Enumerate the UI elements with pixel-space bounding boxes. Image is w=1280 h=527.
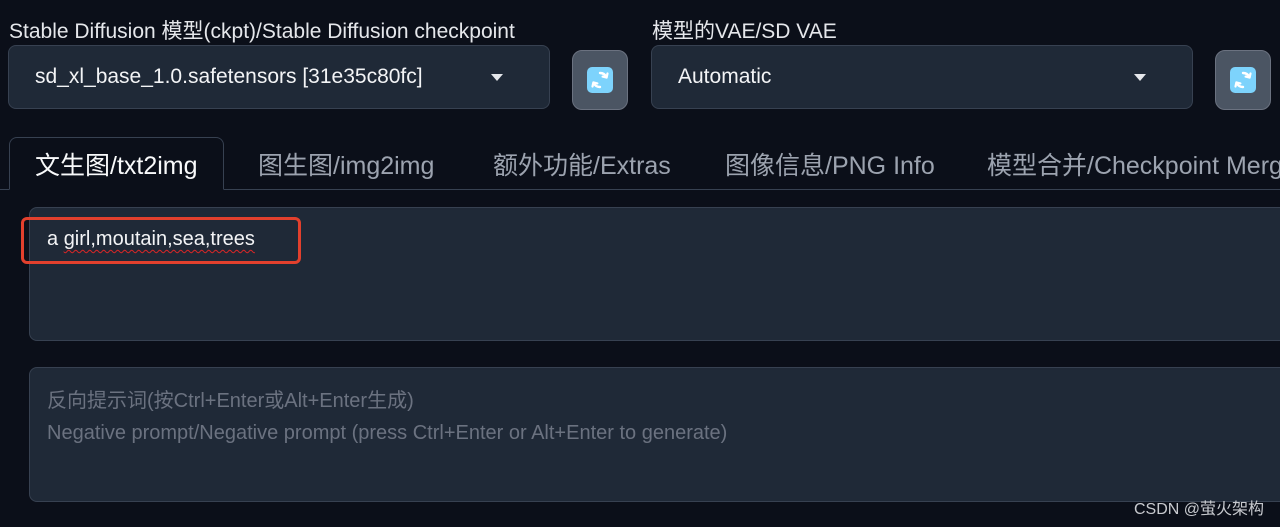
refresh-icon [1230, 67, 1256, 93]
tab-extras[interactable]: 额外功能/Extras [493, 137, 671, 190]
tab-png-info[interactable]: 图像信息/PNG Info [725, 137, 935, 190]
negative-prompt-placeholder-cn: 反向提示词(按Ctrl+Enter或Alt+Enter生成) [47, 390, 414, 412]
checkpoint-label: Stable Diffusion 模型(ckpt)/Stable Diffusi… [9, 20, 515, 43]
main-tabs: 文生图/txt2img 图生图/img2img 额外功能/Extras 图像信息… [0, 137, 1280, 190]
webui-root: Stable Diffusion 模型(ckpt)/Stable Diffusi… [0, 0, 1280, 527]
tab-txt2img[interactable]: 文生图/txt2img [9, 137, 224, 190]
tab-img2img[interactable]: 图生图/img2img [258, 137, 434, 190]
tab-checkpoint-merger[interactable]: 模型合并/Checkpoint Merg [987, 137, 1280, 190]
checkpoint-value: sd_xl_base_1.0.safetensors [31e35c80fc] [35, 65, 423, 88]
vae-value: Automatic [678, 65, 772, 88]
chevron-down-icon [1134, 73, 1146, 81]
vae-dropdown[interactable]: Automatic [651, 45, 1193, 109]
checkpoint-dropdown[interactable]: sd_xl_base_1.0.safetensors [31e35c80fc] [8, 45, 550, 109]
vae-label: 模型的VAE/SD VAE [652, 20, 837, 43]
refresh-vae-button[interactable] [1215, 50, 1271, 110]
refresh-checkpoint-button[interactable] [572, 50, 628, 110]
refresh-icon [587, 67, 613, 93]
chevron-down-icon [491, 73, 503, 81]
negative-prompt-placeholder-en: Negative prompt/Negative prompt (press C… [47, 422, 728, 444]
prompt-highlight-box [21, 217, 301, 264]
watermark: CSDN @萤火架构 [1133, 501, 1264, 518]
